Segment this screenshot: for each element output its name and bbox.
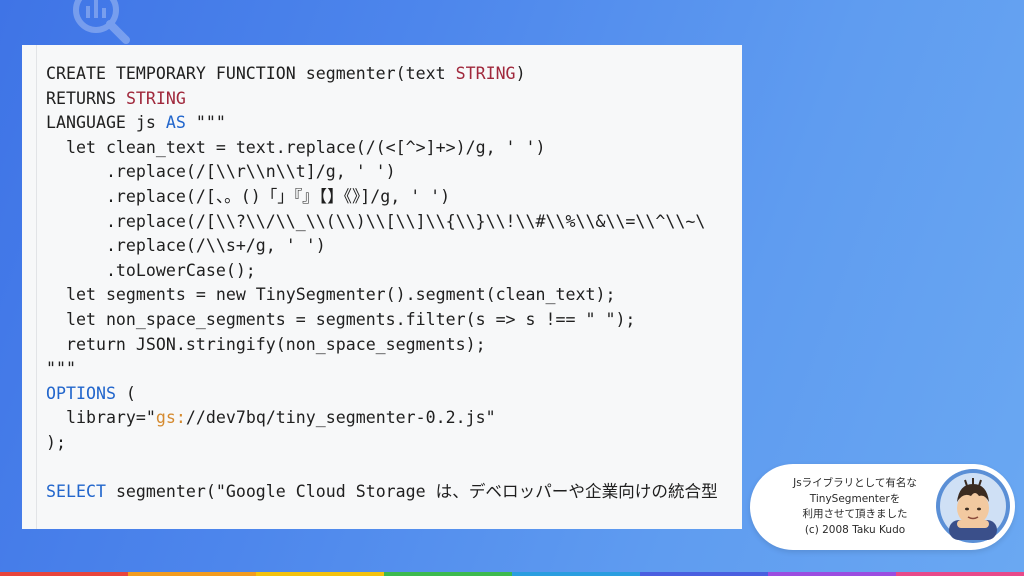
code-token: ( (115, 383, 136, 403)
code-block: CREATE TEMPORARY FUNCTION segmenter(text… (46, 62, 742, 505)
code-token: STRING (125, 88, 186, 108)
code-token: ) (515, 64, 526, 83)
bigquery-search-icon (73, 0, 130, 44)
presenter-avatar (931, 464, 1015, 548)
stripe-segment (896, 572, 1024, 576)
code-token: OPTIONS (46, 383, 116, 403)
code-gutter (36, 45, 37, 529)
code-line: OPTIONS ( (46, 382, 742, 407)
code-snippet-panel: CREATE TEMPORARY FUNCTION segmenter(text… (22, 45, 742, 529)
code-line: let non_space_segments = segments.filter… (46, 308, 742, 333)
code-line: let segments = new TinySegmenter().segme… (46, 283, 742, 308)
code-line: .replace(/[\\?\\/\\_\\(\\)\\[\\]\\{\\}\\… (46, 210, 742, 235)
code-token: SELECT (46, 482, 106, 502)
code-token: LANGUAGE js (46, 113, 166, 133)
credit-line-3: 利用させて頂きました (802, 508, 908, 520)
code-line: .replace(/[、。()「」『』【】《》]/g, ' ') (46, 185, 742, 210)
code-token: .replace(/[\\r\\n\\t]/g, ' ') (46, 162, 396, 182)
credit-line-1: Jsライブラリとして有名な (793, 477, 917, 489)
code-token: """ (46, 359, 76, 379)
code-line: library="gs://dev7bq/tiny_segmenter-0.2.… (46, 406, 742, 431)
code-line: LANGUAGE js AS """ (46, 111, 742, 136)
code-token: segmenter("Google Cloud Storage は、デベロッパー… (105, 482, 718, 502)
code-line: """ (46, 357, 742, 382)
code-line: ); (46, 431, 742, 456)
code-token: .replace(/[、。()「」『』【】《》]/g, ' ') (46, 186, 451, 206)
stripe-segment (128, 572, 256, 576)
code-token: CREATE TEMPORARY FUNCTION segmenter(text (46, 64, 456, 83)
code-token: AS (165, 113, 186, 133)
code-line: let clean_text = text.replace(/(<[^>]+>)… (46, 136, 742, 161)
credit-line-2: TinySegmenterを (809, 492, 901, 505)
code-token: .toLowerCase(); (46, 260, 256, 280)
credit-text: Jsライブラリとして有名な TinySegmenterを 利用させて頂きました … (770, 476, 940, 538)
code-line: .replace(/\\s+/g, ' ') (46, 234, 742, 259)
code-line: CREATE TEMPORARY FUNCTION segmenter(text… (46, 62, 742, 87)
stripe-segment (256, 572, 384, 576)
code-line: .replace(/[\\r\\n\\t]/g, ' ') (46, 160, 742, 185)
stripe-segment (384, 572, 512, 576)
credit-line-4: (c) 2008 Taku Kudo (804, 523, 906, 536)
stripe-segment (768, 572, 896, 576)
presenter-avatar-icon (936, 469, 1010, 543)
code-token: gs: (155, 408, 186, 428)
stripe-segment (512, 572, 640, 576)
code-token: library=" (46, 408, 156, 428)
stripe-segment (640, 572, 768, 576)
code-token: """ (185, 113, 226, 133)
code-token: .replace(/[\\?\\/\\_\\(\\)\\[\\]\\{\\}\\… (46, 211, 706, 231)
code-line: RETURNS STRING (46, 87, 742, 112)
code-token: STRING (455, 64, 516, 83)
stripe-segment (0, 572, 128, 576)
code-token: ); (46, 432, 66, 452)
code-token: let segments = new TinySegmenter().segme… (46, 285, 616, 305)
code-token: return JSON.stringify(non_space_segments… (46, 334, 486, 354)
code-line: SELECT segmenter("Google Cloud Storage は… (46, 480, 742, 505)
code-token: let non_space_segments = segments.filter… (46, 309, 636, 329)
code-token: //dev7bq/tiny_segmenter-0.2.js" (185, 408, 496, 428)
code-token: .replace(/\\s+/g, ' ') (46, 236, 326, 256)
code-line: .toLowerCase(); (46, 259, 742, 284)
code-token: RETURNS (46, 88, 126, 108)
code-token: let clean_text = text.replace(/(<[^>]+>)… (46, 137, 546, 157)
code-line: return JSON.stringify(non_space_segments… (46, 333, 742, 358)
footer-color-stripe (0, 572, 1024, 576)
